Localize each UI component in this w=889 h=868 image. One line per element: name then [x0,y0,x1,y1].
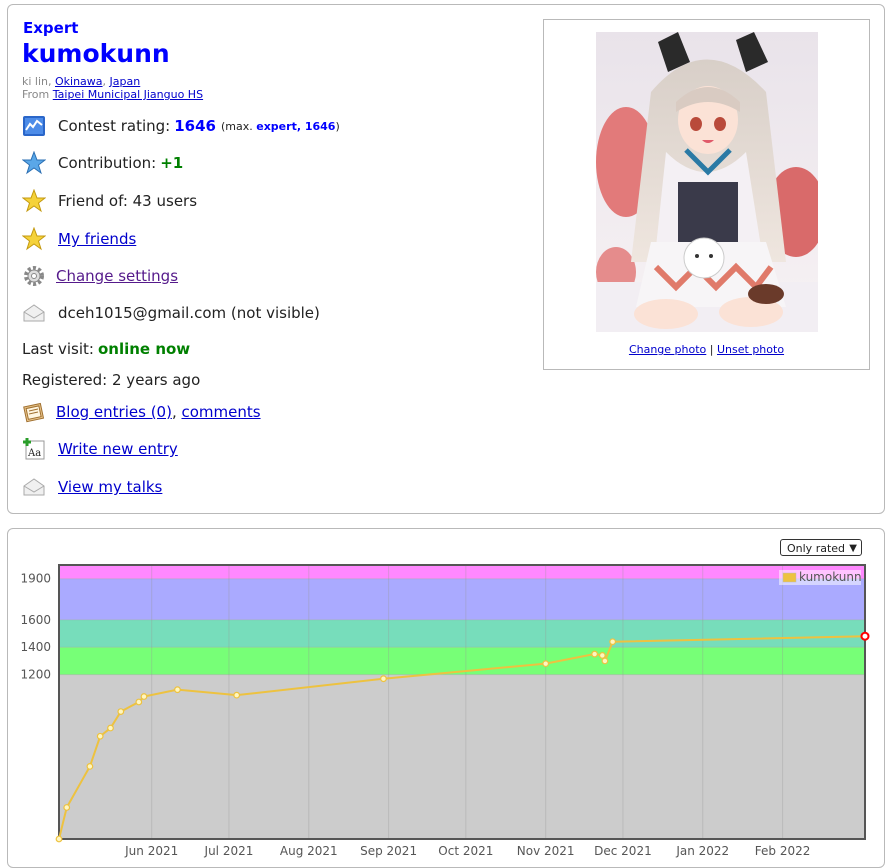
rating-point [591,650,599,658]
user-name-prefix: ki lin, [22,75,55,88]
rating-chart-box: Only rated ▼ Jun 2021 Jul 2021 Aug 2021 Sep… [7,528,885,868]
x-tick-label: Sep 2021 [360,844,417,858]
photo-link-separator: | [706,343,717,356]
rating-point [96,732,104,740]
blog-entries-link[interactable]: Blog entries (0) [56,403,172,421]
envelope-icon [22,301,46,325]
user-location: ki lin, Okinawa, Japan [22,75,141,88]
talks-row: View my talks [22,474,162,500]
registered-text: Registered: 2 years ago [22,371,201,389]
max-rating: (max. expert, 1646) [220,119,340,133]
contest-rating-value: 1646 [174,117,216,135]
x-tick-label: Nov 2021 [517,844,575,858]
rating-point [55,835,63,843]
x-tick-label: Feb 2022 [755,844,811,858]
envelope-icon [22,475,46,499]
rating-point [598,652,606,659]
x-tick-label: Jul 2021 [204,844,254,858]
user-rank: Expert [23,19,79,37]
last-visit-value: online now [97,340,191,358]
blue-star-icon [22,151,46,175]
gold-star-icon [22,189,46,213]
photo-box: Change photo | Unset photo [543,19,870,370]
svg-text:Aa: Aa [27,448,41,459]
x-tick-label: Dec 2021 [594,844,652,858]
photo-links: Change photo | Unset photo [544,343,869,356]
country-link[interactable]: Japan [110,75,141,88]
last-visit-row: Last visit: online now [22,336,190,362]
rating-point [860,631,870,641]
rating-point [380,675,387,683]
x-tick-label: Oct 2021 [438,844,493,858]
y-tick-label: 1200 [20,668,51,682]
last-visit-label: Last visit: [22,340,94,358]
contribution-row: Contribution: +1 [22,150,183,176]
rating-band-2 [59,619,865,648]
profile-box: Expert kumokunn ki lin, Okinawa, Japan F… [7,4,885,514]
rating-point [601,657,609,665]
rating-chart: Jun 2021 Jul 2021 Aug 2021 Sep 2021 Oct 2021… [20,564,870,858]
user-organization: From Taipei Municipal Jianguo HS [22,88,203,101]
y-tick-label: 1600 [20,613,51,627]
rating-point [542,660,550,668]
user-handle[interactable]: kumokunn [22,39,170,68]
contribution-value: +1 [160,154,184,172]
contribution-label: Contribution: [58,154,157,172]
x-tick-label: Aug 2021 [280,844,338,858]
rating-band-3 [59,578,865,620]
write-new-entry-link[interactable]: Write new entry [58,440,178,458]
from-label: From [22,88,53,101]
rating-band-4 [59,565,865,579]
rating-graph-icon [22,114,46,138]
comments-link[interactable]: comments [181,403,260,421]
contest-rating-row: Contest rating: 1646 (max. expert, 1646) [22,113,340,139]
email-row: dceh1015@gmail.com (not visible) [22,300,320,326]
gear-icon [22,264,46,288]
rating-point [609,638,617,646]
registered-row: Registered: 2 years ago [22,367,200,393]
x-tick-label: Jan 2022 [675,844,729,858]
view-my-talks-link[interactable]: View my talks [58,478,162,496]
change-photo-link[interactable]: Change photo [629,343,706,356]
rating-point [63,804,71,811]
y-tick-label: 1900 [20,572,51,586]
rating-point [117,708,125,715]
new-entry-icon: Aa [22,437,46,461]
change-settings-link[interactable]: Change settings [56,267,178,285]
legend-label: kumokunn [799,570,862,584]
rating-point [135,698,143,706]
organization-link[interactable]: Taipei Municipal Jianguo HS [53,88,203,101]
rating-point [86,762,94,770]
avatar [596,32,818,332]
my-friends-link[interactable]: My friends [58,230,136,248]
email-text: dceh1015@gmail.com (not visible) [58,304,320,322]
rating-point [174,686,181,694]
unset-photo-link[interactable]: Unset photo [717,343,784,356]
legend-swatch [782,572,797,583]
rating-point [233,691,241,699]
friend-of-row: Friend of: 43 users [22,188,197,214]
blog-icon [22,400,46,424]
rating-point [107,724,114,732]
rating-point [140,693,148,700]
gold-star-icon [22,227,46,251]
write-entry-row: Aa Write new entry [22,436,178,462]
y-tick-label: 1400 [20,640,51,654]
comma-separator: , [171,403,182,421]
rating-band-0 [59,674,865,839]
blog-row: Blog entries (0), comments [22,399,261,425]
friend-of-text: Friend of: 43 users [58,192,198,210]
contest-rating-label: Contest rating: [58,117,171,135]
change-settings-row: Change settings [22,263,178,289]
city-link[interactable]: Okinawa [55,75,103,88]
my-friends-row: My friends [22,226,136,252]
x-tick-label: Jun 2021 [124,844,178,858]
